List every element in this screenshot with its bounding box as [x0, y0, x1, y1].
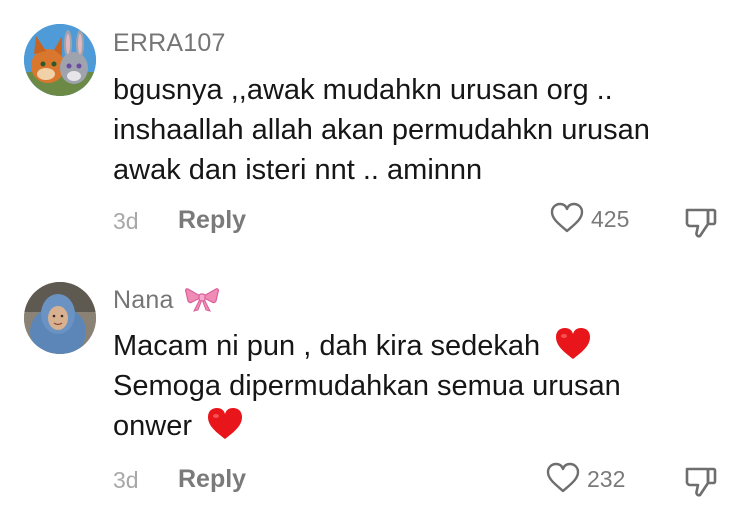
avatar[interactable]	[24, 24, 96, 96]
heart-outline-icon	[546, 462, 580, 493]
comment-date: 3d	[113, 467, 139, 493]
comment-text: Macam ni pun , dah kira sedekah Semoga d…	[113, 326, 713, 446]
username-label: Nana	[113, 286, 174, 314]
heart-outline-icon	[550, 202, 584, 233]
thumbs-down-icon	[685, 467, 717, 497]
comment-item: ERRA107 bgusnya ,,awak mudahkn urusan or…	[0, 0, 750, 260]
like-button[interactable]: 232	[546, 462, 636, 498]
reply-button[interactable]: Reply	[178, 465, 246, 494]
dislike-button[interactable]	[683, 204, 719, 240]
comment-text-line: Semoga dipermudahkan semua urusan	[113, 366, 713, 406]
text-segment: Macam ni pun , dah kira sedekah	[113, 330, 541, 362]
avatar[interactable]	[24, 282, 96, 354]
comment-username[interactable]: ERRA107	[113, 29, 226, 58]
thumbs-down-icon	[685, 208, 717, 238]
red-heart-emoji	[556, 328, 591, 360]
comment-text-line: Macam ni pun , dah kira sedekah	[113, 326, 713, 366]
reply-button[interactable]: Reply	[178, 206, 246, 235]
text-segment: onwer	[113, 410, 192, 442]
cartoon-fox-rabbit-avatar-icon	[24, 24, 96, 96]
comment-date: 3d	[113, 208, 139, 234]
dislike-button[interactable]	[683, 463, 719, 499]
comment-item: Nana Macam ni pun , dah kira sedekah Sem…	[0, 260, 750, 520]
like-count: 232	[587, 466, 626, 492]
pink-bow-emoji	[184, 288, 219, 313]
text-segment: Semoga dipermudahkan semua urusan	[113, 370, 621, 402]
like-button[interactable]: 425	[550, 202, 640, 238]
comment-text-line: onwer	[113, 406, 713, 446]
comment-username[interactable]: Nana	[113, 286, 219, 315]
like-count: 425	[591, 206, 630, 232]
woman-hijab-avatar-icon	[24, 282, 96, 354]
comment-text: bgusnya ,,awak mudahkn urusan org .. ins…	[113, 74, 650, 186]
red-heart-emoji	[208, 408, 243, 440]
